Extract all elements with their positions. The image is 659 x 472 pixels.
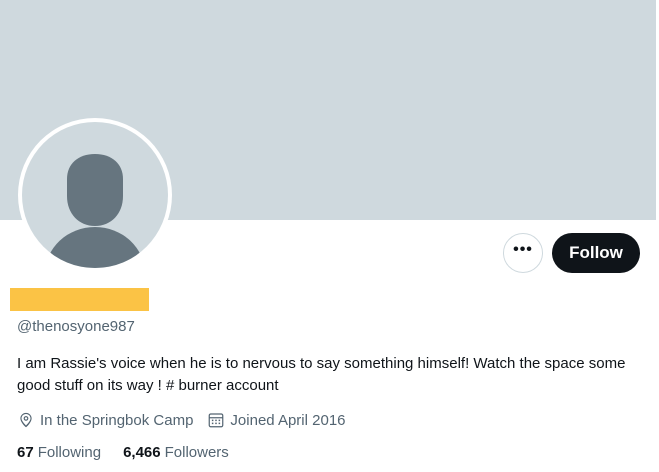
location-pin-icon bbox=[20, 412, 32, 428]
profile-meta: In the Springbok Camp Joined April 2016 bbox=[17, 409, 360, 431]
followers-label: Followers bbox=[164, 444, 229, 461]
followers-link[interactable]: 6,466 Followers bbox=[123, 444, 229, 461]
calendar-icon bbox=[209, 413, 224, 428]
location-item: In the Springbok Camp bbox=[17, 411, 193, 429]
default-avatar-image bbox=[22, 122, 168, 268]
joined-item: Joined April 2016 bbox=[207, 411, 346, 429]
profile-avatar[interactable] bbox=[18, 118, 172, 272]
more-dots-icon: ••• bbox=[513, 241, 533, 258]
profile-stats: 67 Following 6,466 Followers bbox=[17, 444, 251, 461]
following-label: Following bbox=[37, 444, 102, 461]
display-name-redacted bbox=[10, 288, 149, 311]
following-count: 67 bbox=[17, 444, 34, 461]
follow-button[interactable]: Follow bbox=[552, 233, 640, 273]
profile-bio: I am Rassie's voice when he is to nervou… bbox=[17, 355, 626, 394]
location-text: In the Springbok Camp bbox=[40, 411, 194, 429]
profile-handle: @thenosyone987 bbox=[17, 318, 135, 335]
more-options-button[interactable]: ••• bbox=[503, 233, 543, 273]
followers-count: 6,466 bbox=[123, 444, 161, 461]
default-avatar-silhouette-icon bbox=[45, 154, 145, 268]
following-link[interactable]: 67 Following bbox=[17, 444, 101, 461]
joined-text: Joined April 2016 bbox=[230, 411, 346, 429]
